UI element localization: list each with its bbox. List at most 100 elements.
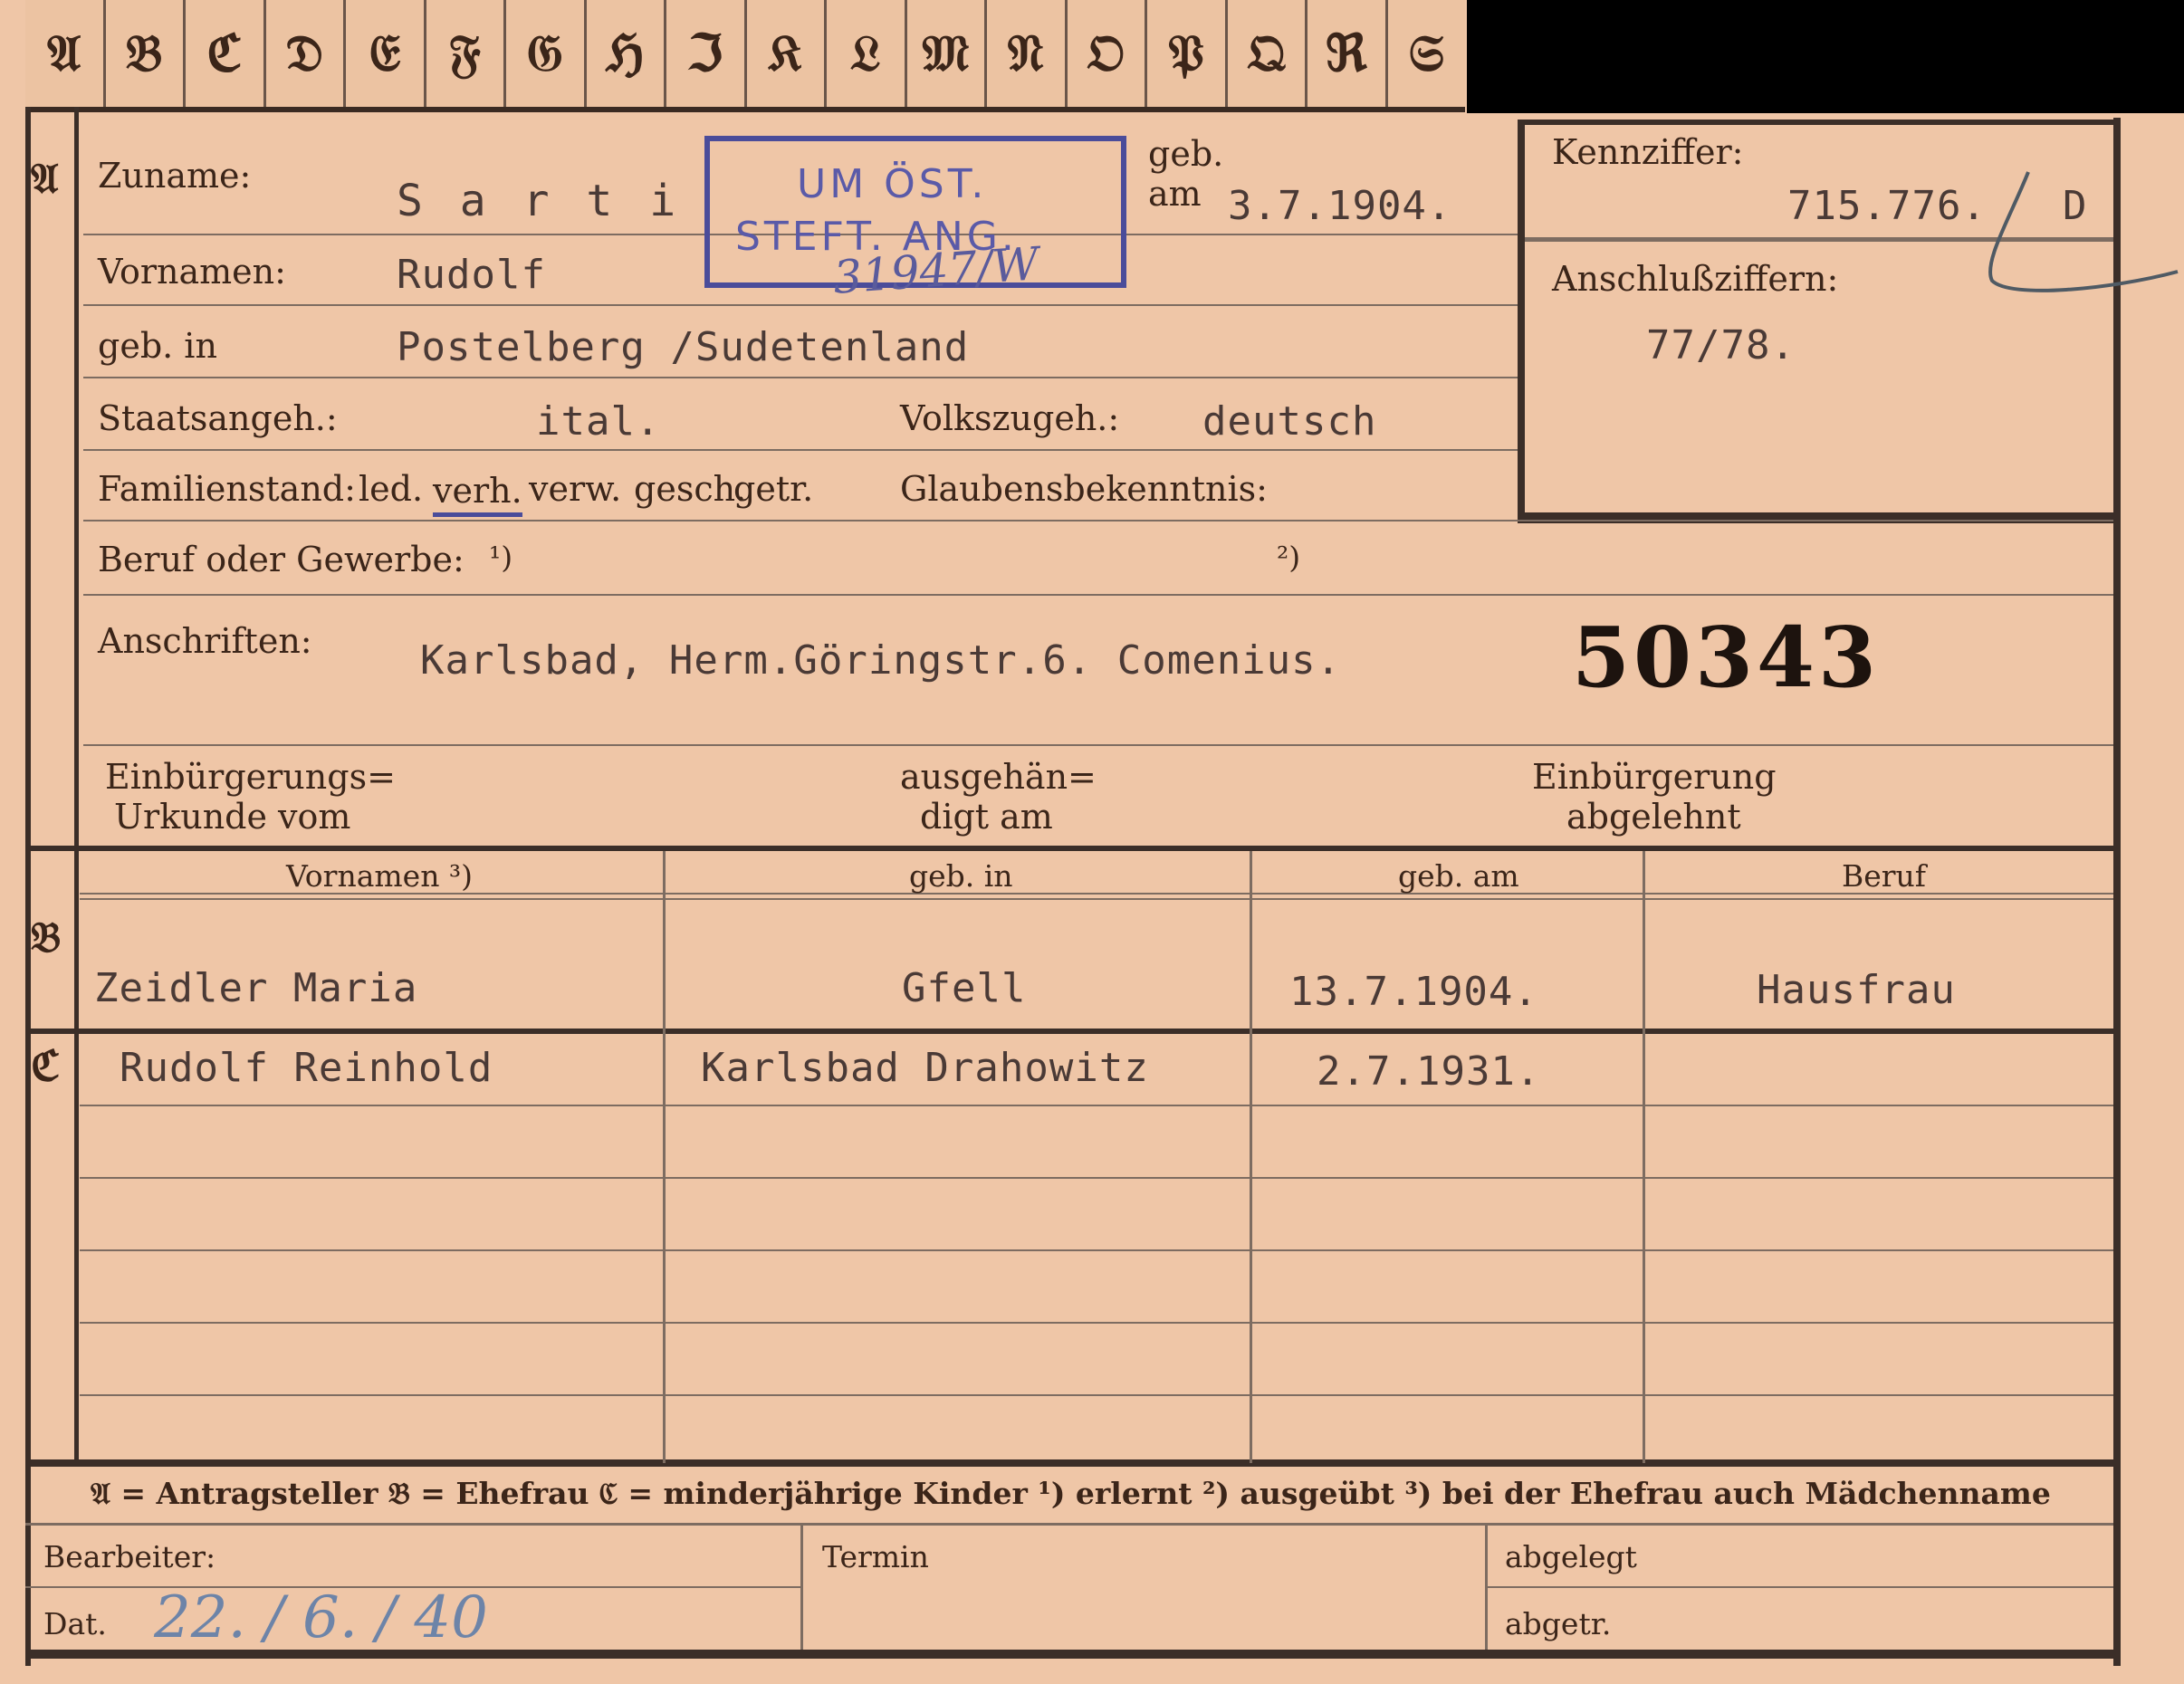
- file-number: 50343: [1572, 608, 1881, 706]
- beruf-label: Beruf oder Gewerbe:: [98, 540, 465, 579]
- rule: [83, 377, 1518, 378]
- rule: [80, 1177, 2113, 1179]
- anschlussziffern-value: 77/78.: [1646, 322, 1796, 368]
- legend-text: 𝔄 = Antragsteller 𝔅 = Ehefrau ℭ = minder…: [91, 1476, 2051, 1511]
- table-bottom-rule: [25, 1459, 2113, 1467]
- tab-letter: ℭ: [186, 0, 266, 107]
- footer-divider: [800, 1523, 803, 1650]
- tab-letter: ℑ: [666, 0, 747, 107]
- tab-letter: 𝔓: [1147, 0, 1228, 107]
- abgetr-label: abgetr.: [1505, 1606, 1612, 1641]
- rule: [80, 1322, 2113, 1324]
- tab-letter: 𝔑: [987, 0, 1068, 107]
- kennziffer-box-top: [1518, 120, 2113, 125]
- volkszugeh-value: deutsch: [1202, 398, 1377, 445]
- rule: [80, 1394, 2113, 1396]
- card-right-edge: [2113, 118, 2121, 1666]
- tab-letter: 𝔎: [747, 0, 827, 107]
- familienstand-option: verw.: [529, 469, 622, 509]
- tab-letter: 𝔈: [346, 0, 426, 107]
- stamp-line-1: UM ÖST.: [797, 161, 988, 207]
- geb-in-value: Postelberg /Sudetenland: [397, 324, 970, 370]
- column-header-vornamen: Vornamen ³): [286, 858, 474, 894]
- datum-label: Dat.: [43, 1606, 107, 1641]
- familienstand-option: getr.: [733, 469, 814, 509]
- kind-geb-am: 2.7.1931.: [1317, 1048, 1541, 1095]
- bearbeiter-label: Bearbeiter:: [43, 1539, 216, 1574]
- rule: [80, 1105, 2113, 1106]
- tab-letter: 𝔔: [1228, 0, 1308, 107]
- section-a-bottom-rule: [25, 846, 2113, 851]
- rule: [83, 594, 2113, 596]
- geb-am-label-2: am: [1148, 174, 1202, 214]
- beruf-footnote-2: ²): [1277, 540, 1301, 575]
- vornamen-value: Rudolf: [397, 252, 546, 298]
- side-letter-a: 𝔄: [31, 154, 59, 203]
- section-bc-divider: [74, 851, 79, 1463]
- familienstand-option-selected: verh.: [433, 469, 522, 517]
- ehefrau-name: Zeidler Maria: [94, 965, 418, 1011]
- vornamen-label: Vornamen:: [98, 252, 286, 292]
- kennziffer-label: Kennziffer:: [1552, 132, 1744, 172]
- geb-am-value: 3.7.1904.: [1228, 183, 1452, 229]
- tab-letter: 𝔏: [827, 0, 907, 107]
- anschriften-label: Anschriften:: [98, 621, 312, 661]
- tab-letter: ℌ: [587, 0, 666, 107]
- kennziffer-value: 715.776.: [1787, 183, 1987, 229]
- column-divider: [1643, 851, 1645, 1463]
- kind-name: Rudolf Reinhold: [120, 1045, 493, 1091]
- kennziffer-pen-stroke: [1988, 171, 2179, 292]
- tab-letter: 𝔖: [1408, 23, 1444, 83]
- alphabet-tab-strip: 𝔄 𝔅 ℭ 𝔇 𝔈 𝔉 𝔊 ℌ ℑ 𝔎 𝔏 𝔐 𝔑 𝔒 𝔓 𝔔 ℜ 𝔖: [25, 0, 1465, 112]
- tab-letter: 𝔊: [506, 0, 587, 107]
- column-divider: [1250, 851, 1252, 1463]
- rule: [80, 898, 2113, 900]
- tab-letter: 𝔅: [106, 0, 186, 107]
- section-b-bottom-rule: [25, 1029, 2113, 1034]
- card-left-edge: [25, 107, 31, 1666]
- einbuergerung-abgelehnt-label: Einbürgerung: [1532, 757, 1777, 797]
- ehefrau-geb-in: Gfell: [902, 965, 1027, 1011]
- column-header-geb-am: geb. am: [1398, 858, 1519, 894]
- familienstand-label: Familienstand:: [98, 469, 356, 509]
- kennziffer-box-left: [1518, 120, 1525, 522]
- abgelegt-label: abgelegt: [1505, 1539, 1637, 1574]
- glaubensbekenntnis-label: Glaubensbekenntnis:: [900, 469, 1268, 509]
- staatsangeh-label: Staatsangeh.:: [98, 398, 338, 438]
- side-letter-b: 𝔅: [31, 913, 62, 962]
- familienstand-option: led.: [359, 469, 424, 509]
- side-letter-c: ℭ: [31, 1041, 61, 1090]
- rule: [80, 1249, 2113, 1251]
- kind-geb-in: Karlsbad Drahowitz: [701, 1045, 1149, 1091]
- datum-handwritten: 22. / 6. / 40: [154, 1584, 488, 1651]
- scan-background-corner: [1467, 0, 2184, 113]
- ausgehaendigt-label: ausgehän=: [900, 757, 1097, 797]
- rule: [83, 304, 1518, 306]
- rule: [1485, 1586, 2113, 1588]
- ausgehaendigt-label-2: digt am: [920, 797, 1053, 837]
- column-header-beruf: Beruf: [1842, 858, 1927, 894]
- tab-letter: 𝔄: [25, 0, 106, 107]
- rule: [83, 449, 1518, 451]
- footer-top-rule: [25, 1523, 2113, 1526]
- tab-letter: 𝔒: [1068, 0, 1147, 107]
- tab-letter: 𝔐: [907, 0, 987, 107]
- einbuergerung-abgelehnt-label-2: abgelehnt: [1566, 797, 1741, 837]
- geb-in-label: geb. in: [98, 326, 217, 366]
- column-divider: [663, 851, 666, 1463]
- beruf-footnote-1: ¹): [489, 540, 513, 575]
- geb-am-label: geb.: [1148, 134, 1224, 174]
- ehefrau-beruf: Hausfrau: [1757, 967, 1956, 1013]
- kennziffer-box-bottom: [1518, 512, 2113, 523]
- einbuergerungs-urkunde-label: Einbürgerungs=: [105, 757, 396, 797]
- termin-label: Termin: [822, 1539, 929, 1574]
- anschlussziffern-label: Anschlußziffern:: [1552, 259, 1839, 299]
- staatsangeh-value: ital.: [536, 398, 661, 445]
- zuname-value: S a r t i: [397, 176, 682, 226]
- footer-divider: [1485, 1523, 1488, 1650]
- tab-letter: ℜ: [1308, 0, 1388, 107]
- ehefrau-geb-am: 13.7.1904.: [1289, 969, 1538, 1015]
- tab-letter: 𝔉: [426, 0, 506, 107]
- tab-letter: 𝔇: [266, 0, 346, 107]
- rule: [83, 520, 2113, 521]
